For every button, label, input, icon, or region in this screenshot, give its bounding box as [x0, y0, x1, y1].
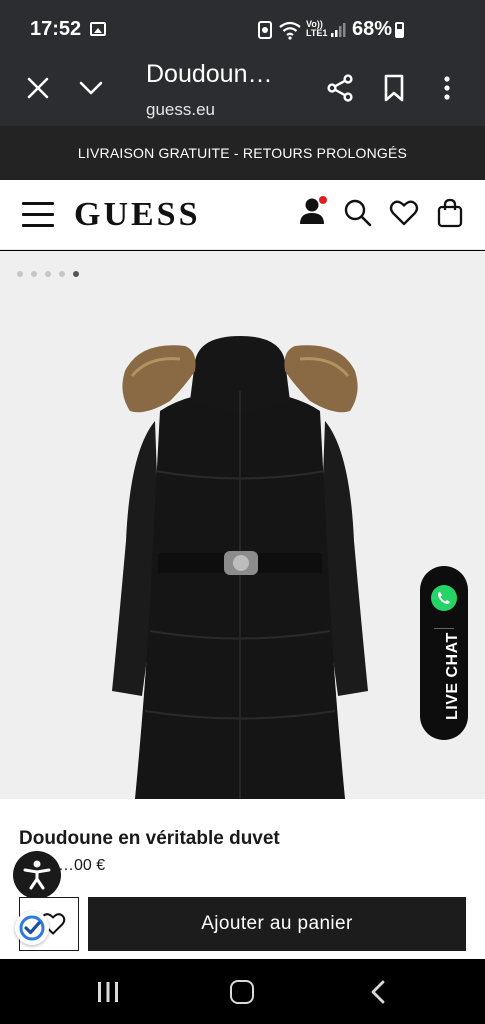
battery-percent: 68% — [352, 18, 393, 40]
status-bar: 17:52 Vo)) LTE1 68% — [0, 0, 485, 58]
live-chat-label: LIVE CHAT — [444, 632, 461, 720]
product-name: Doudoune en véritable duvet — [19, 828, 280, 849]
share-icon[interactable] — [326, 74, 354, 102]
live-chat-button[interactable]: LIVE CHAT — [420, 566, 468, 740]
page-title[interactable]: Doudoun… — [146, 60, 272, 89]
carousel-dots[interactable] — [17, 271, 79, 277]
trust-badge[interactable] — [15, 911, 49, 945]
check-badge-icon — [19, 915, 45, 941]
battery-icon — [395, 22, 404, 38]
carousel-dot[interactable] — [31, 271, 37, 277]
browser-toolbar: Doudoun… guess.eu — [0, 58, 485, 126]
signal-icon — [331, 23, 346, 37]
site-header: GUESS — [0, 180, 485, 250]
more-vert-icon[interactable] — [437, 74, 457, 102]
carousel-dot[interactable] — [59, 271, 65, 277]
carousel-dot[interactable] — [45, 271, 51, 277]
status-time: 17:52 — [30, 18, 82, 40]
product-image[interactable] — [100, 331, 380, 799]
product-info: Doudoune en véritable duvet …00 € Ajoute… — [0, 799, 485, 959]
accessibility-button[interactable] — [13, 851, 61, 899]
sync-icon — [258, 21, 272, 39]
promo-text: LIVRAISON GRATUITE - RETOURS PROLONGÉS — [77, 145, 408, 161]
live-chat-divider — [434, 628, 454, 629]
recent-apps-icon[interactable] — [96, 981, 120, 1003]
system-nav-bar — [0, 959, 485, 1024]
promo-banner[interactable]: LIVRAISON GRATUITE - RETOURS PROLONGÉS — [0, 126, 485, 180]
brand-logo[interactable]: GUESS — [74, 196, 201, 234]
bookmark-icon[interactable] — [382, 74, 406, 102]
carousel-dot-active[interactable] — [73, 271, 79, 277]
menu-icon[interactable] — [22, 202, 54, 228]
bag-icon[interactable] — [435, 198, 465, 228]
carousel-dot[interactable] — [17, 271, 23, 277]
product-price: …00 € — [58, 857, 106, 874]
whatsapp-icon[interactable] — [430, 584, 458, 612]
add-to-cart-label: Ajouter au panier — [201, 913, 353, 934]
network-label: Vo)) LTE1 — [306, 19, 328, 38]
search-icon[interactable] — [343, 198, 373, 228]
home-icon[interactable] — [230, 980, 254, 1004]
accessibility-icon — [23, 860, 51, 890]
product-gallery[interactable]: LIVE CHAT — [0, 251, 485, 799]
gallery-icon — [90, 22, 106, 36]
notification-dot — [319, 196, 327, 204]
add-to-cart-button[interactable]: Ajouter au panier — [88, 897, 466, 951]
back-icon[interactable] — [368, 979, 388, 1005]
user-icon[interactable] — [298, 196, 328, 226]
heart-icon[interactable] — [389, 198, 419, 228]
close-icon[interactable] — [26, 76, 50, 100]
page-domain[interactable]: guess.eu — [146, 100, 215, 120]
chevron-down-icon[interactable] — [78, 76, 104, 100]
wifi-icon — [279, 21, 301, 40]
